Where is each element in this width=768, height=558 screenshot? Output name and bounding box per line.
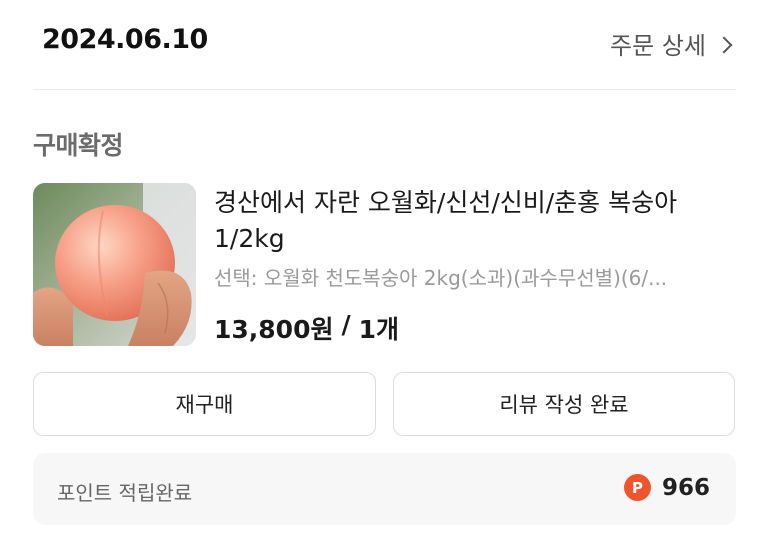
product-price-line: 13,800원 / 1개 [214,310,399,346]
order-date: 2024.06.10 [42,24,208,55]
point-value: 966 [661,474,710,501]
order-status: 구매확정 [33,131,124,160]
product-price: 13,800원 [214,315,334,344]
order-detail-link[interactable]: 주문 상세 [610,26,733,61]
point-label: 포인트 적립완료 [57,481,193,505]
review-complete-button[interactable]: 리뷰 작성 완료 [393,372,735,436]
point-icon: P [623,474,651,501]
point-value-group: P 966 [623,474,710,501]
product-option: 선택: 오월화 천도복숭아 2kg(소과)(과수무선별)(6/... [214,266,668,290]
product-quantity: 1개 [358,315,400,344]
product-thumbnail[interactable] [33,183,196,346]
point-summary: 포인트 적립완료 P 966 [33,453,736,525]
price-separator: / [341,310,351,339]
peach-photo-icon [33,183,196,346]
header-divider [33,89,736,90]
chevron-right-icon [715,36,733,53]
order-header: 2024.06.10 주문 상세 [0,0,768,90]
order-detail-label: 주문 상세 [610,32,706,60]
product-name[interactable]: 경산에서 자란 오월화/신선/신비/춘홍 복숭아 1/2kg [214,185,734,257]
rebuy-button[interactable]: 재구매 [33,372,376,436]
